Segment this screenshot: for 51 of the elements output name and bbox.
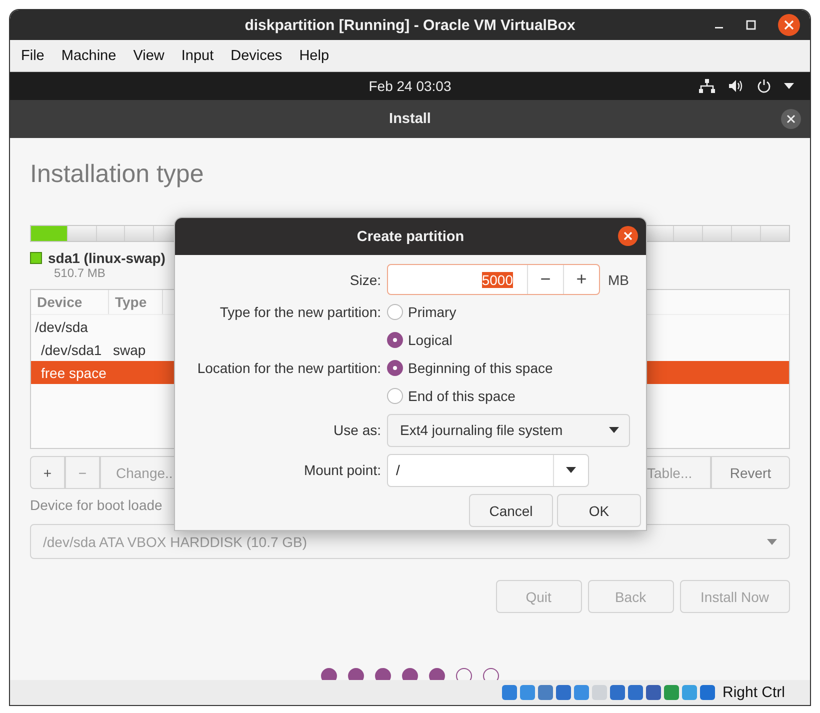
size-spinner[interactable]: 5000 − + <box>387 264 600 295</box>
radio-button[interactable]: Logical <box>387 332 452 348</box>
toolbar-button[interactable]: + <box>30 456 65 489</box>
menu-item[interactable]: File <box>21 48 44 64</box>
installer-title: Install <box>389 111 431 127</box>
field-label: Location for the new partition: <box>196 360 382 376</box>
dropdown-arrow-icon <box>767 538 777 544</box>
dialog-button[interactable]: OK <box>557 494 641 527</box>
dialog-title: Create partition <box>356 228 464 244</box>
menu-item[interactable]: Input <box>181 48 214 64</box>
menu-item[interactable]: Machine <box>61 48 116 64</box>
mount-point-value: / <box>395 461 401 480</box>
size-value: 5000 <box>482 272 513 288</box>
field-label: Size: <box>348 272 382 288</box>
table-cell-text: /dev/sda1 <box>40 342 103 358</box>
window-title: diskpartition [Running] - Oracle VM VirtualBox <box>244 16 576 34</box>
use-as-dropdown[interactable]: Ext4 journaling file system <box>387 414 630 446</box>
boot-loader-label: Device for boot loade <box>30 497 162 515</box>
decrement-button[interactable]: − <box>527 265 563 294</box>
host-key-label: Right Ctrl <box>722 684 785 701</box>
network-icon[interactable] <box>699 79 715 93</box>
field-label: Mount point: <box>302 462 382 478</box>
increment-button[interactable]: + <box>563 265 599 294</box>
clock[interactable]: Feb 24 03:03 <box>368 78 452 94</box>
menu-item[interactable]: Devices <box>230 48 282 64</box>
menu-item[interactable]: View <box>133 48 164 64</box>
table-cell-text: free space <box>40 364 108 380</box>
dropdown-arrow-icon <box>609 427 619 433</box>
close-icon[interactable] <box>781 109 801 129</box>
dialog-button[interactable]: Cancel <box>469 494 553 527</box>
legend-label: sda1 (linux-swap) <box>48 250 166 266</box>
menu-item[interactable]: Help <box>299 48 330 64</box>
mount-point-field[interactable]: / <box>387 454 589 486</box>
close-icon[interactable] <box>618 226 638 246</box>
caret-icon[interactable] <box>784 83 794 89</box>
radio-button[interactable]: Beginning of this space <box>387 360 553 376</box>
close-icon[interactable] <box>778 14 800 36</box>
radio-button[interactable]: End of this space <box>387 388 516 404</box>
field-label: Type for the new partition: <box>218 304 382 320</box>
radio-button[interactable]: Primary <box>387 304 456 320</box>
toolbar-button[interactable]: Revert <box>711 456 790 489</box>
caret-icon <box>566 467 576 473</box>
table-cell: swap <box>113 342 146 358</box>
unit-label: MB <box>608 272 629 288</box>
maximize-icon[interactable] <box>746 20 756 30</box>
volume-icon[interactable] <box>728 79 744 93</box>
table-cell-text: /dev/sda <box>34 318 89 334</box>
legend-size: 510.7 MB <box>54 266 106 280</box>
power-icon[interactable] <box>757 79 771 93</box>
page-heading: Installation type <box>30 159 205 190</box>
field-label: Use as: <box>332 422 382 438</box>
